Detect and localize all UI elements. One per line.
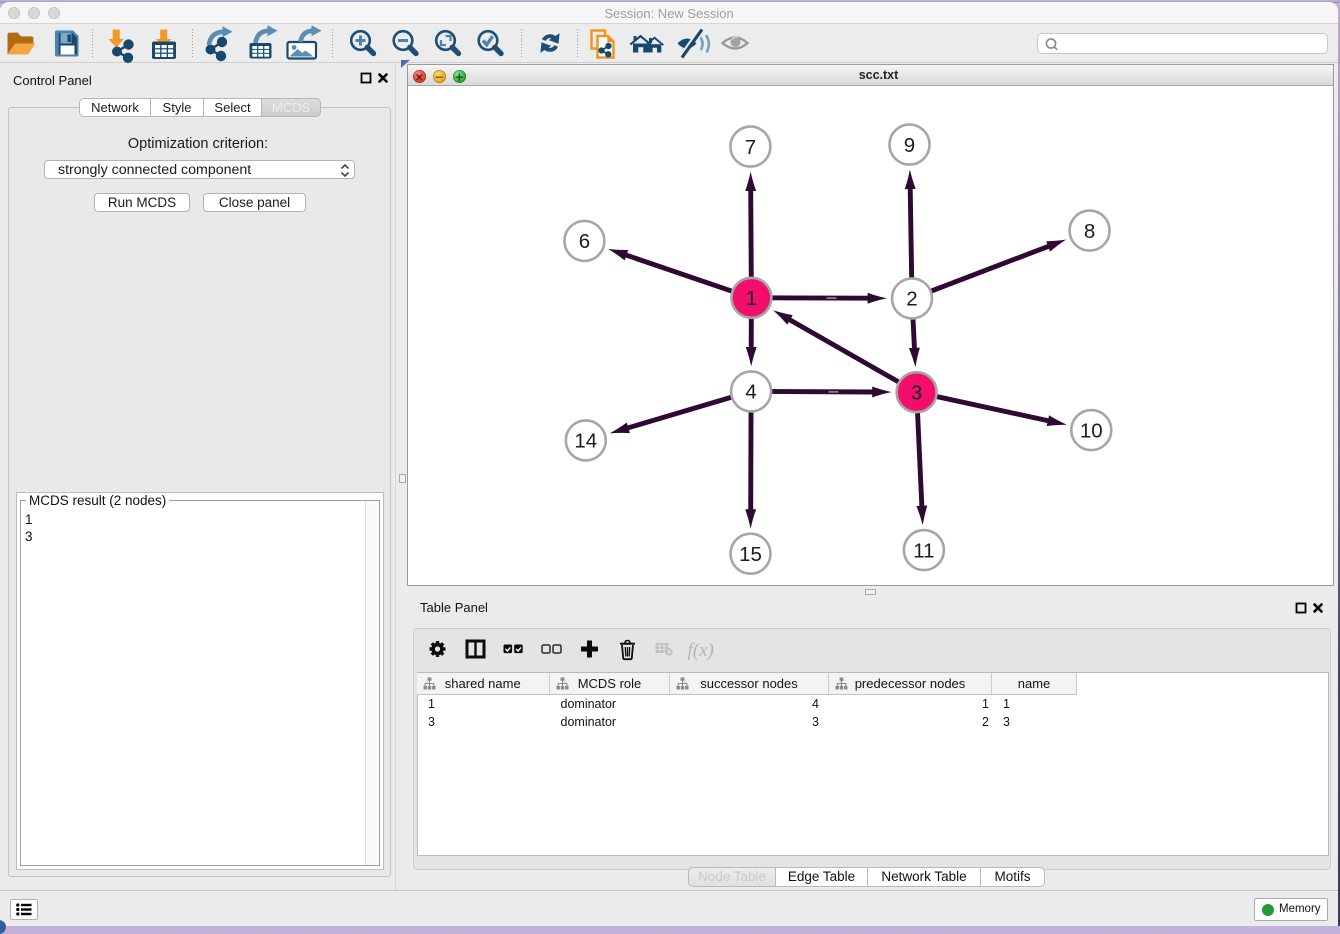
- svg-text:3: 3: [911, 381, 922, 404]
- svg-text:14: 14: [574, 430, 597, 453]
- svg-text:9: 9: [904, 134, 915, 157]
- svg-text:11: 11: [913, 539, 934, 562]
- svg-text:1: 1: [746, 287, 757, 310]
- svg-text:15: 15: [739, 543, 762, 566]
- svg-text:7: 7: [745, 136, 756, 159]
- svg-text:2: 2: [906, 288, 917, 311]
- svg-text:6: 6: [579, 230, 590, 253]
- svg-text:8: 8: [1084, 220, 1095, 243]
- svg-text:10: 10: [1080, 419, 1103, 442]
- svg-text:4: 4: [745, 381, 756, 404]
- svg-text:f(x): f(x): [687, 640, 713, 661]
